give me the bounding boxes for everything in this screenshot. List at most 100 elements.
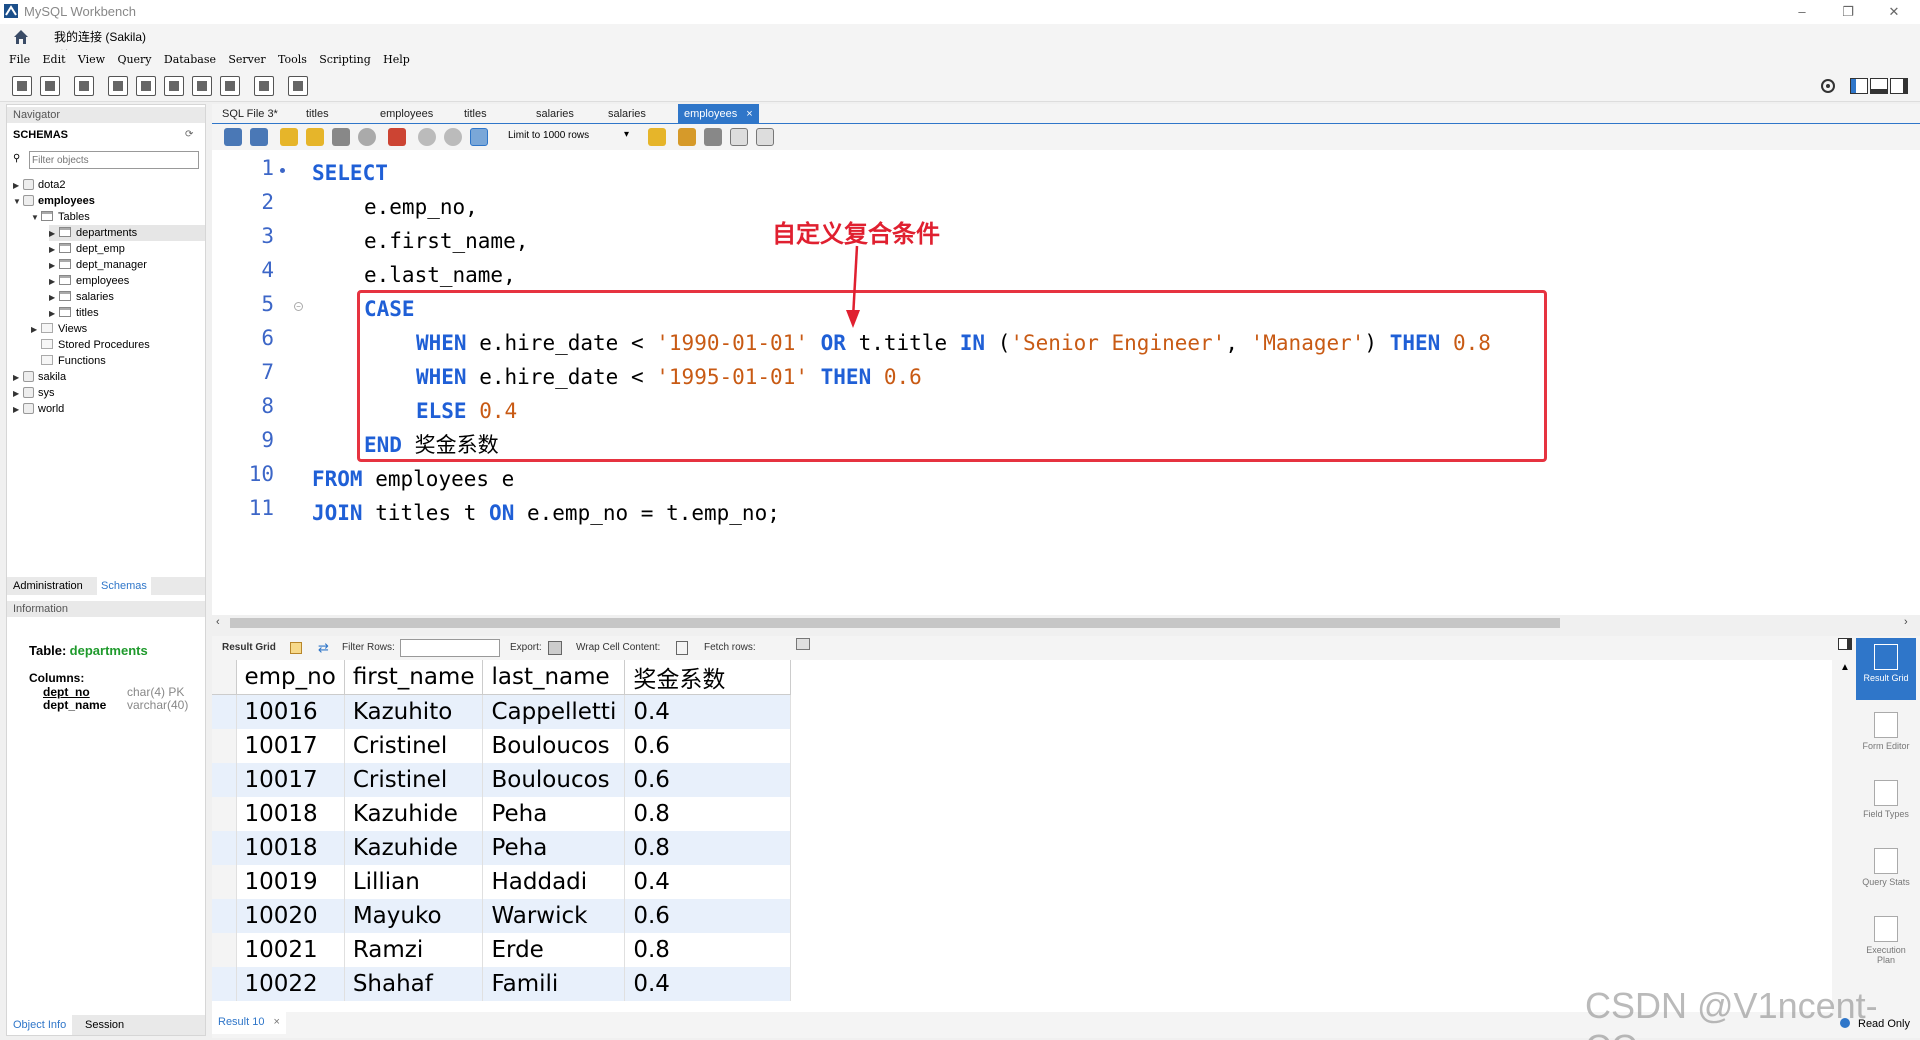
- row-gutter[interactable]: [212, 830, 237, 865]
- table-row[interactable]: 10017 Cristinel Bouloucos 0.6: [212, 762, 792, 797]
- table-cell[interactable]: Ramzi: [344, 932, 484, 967]
- row-gutter[interactable]: [212, 762, 237, 797]
- new-sql-tab-icon[interactable]: [12, 76, 32, 96]
- table-cell[interactable]: Famili: [482, 966, 626, 1001]
- row-gutter[interactable]: [212, 898, 237, 933]
- save-icon[interactable]: [250, 128, 268, 146]
- result-grid-view-button[interactable]: Result Grid: [1856, 638, 1916, 700]
- table-row[interactable]: 10017 Cristinel Bouloucos 0.6: [212, 728, 792, 763]
- execute-current-icon[interactable]: [306, 128, 324, 146]
- table-cell[interactable]: 0.8: [624, 830, 792, 865]
- find-icon[interactable]: [704, 128, 722, 146]
- table-cell[interactable]: Kazuhide: [344, 796, 484, 831]
- tab-schemas[interactable]: Schemas: [97, 577, 151, 595]
- execution-plan-button[interactable]: Execution Plan: [1856, 916, 1916, 965]
- tree-views-folder[interactable]: ▶ Views: [31, 321, 87, 337]
- table-cell[interactable]: 0.6: [624, 728, 792, 763]
- table-row[interactable]: 10020 Mayuko Warwick 0.6: [212, 898, 792, 933]
- row-gutter[interactable]: [212, 966, 237, 1001]
- table-row[interactable]: 10016 Kazuhito Cappelletti 0.4: [212, 694, 792, 729]
- search-table-data-icon[interactable]: [254, 76, 274, 96]
- refresh-results-icon[interactable]: ⇄: [318, 640, 329, 656]
- word-wrap-icon[interactable]: [756, 128, 774, 146]
- tab-titles-1[interactable]: titles: [300, 104, 335, 124]
- toggle-secondary-sidebar-icon[interactable]: [1890, 78, 1908, 94]
- explain-icon[interactable]: [332, 128, 350, 146]
- table-cell[interactable]: 10021: [236, 932, 345, 967]
- table-cell[interactable]: 10022: [236, 966, 345, 1001]
- table-cell[interactable]: 0.4: [624, 694, 792, 729]
- tree-table-dept-manager[interactable]: ▶ dept_manager: [49, 257, 147, 273]
- beautify-icon[interactable]: [678, 128, 696, 146]
- schema-sys[interactable]: ▶ sys: [13, 385, 55, 401]
- table-cell[interactable]: 10018: [236, 830, 345, 865]
- tab-employees-1[interactable]: employees: [374, 104, 439, 124]
- table-cell[interactable]: Haddadi: [482, 864, 626, 899]
- table-cell[interactable]: Cristinel: [344, 728, 484, 763]
- table-cell[interactable]: Peha: [482, 796, 626, 831]
- menu-help[interactable]: Help: [383, 50, 410, 70]
- wrap-content-icon[interactable]: [676, 641, 688, 655]
- row-gutter[interactable]: [212, 728, 237, 763]
- commit-icon[interactable]: [418, 128, 436, 146]
- menu-query[interactable]: Query: [117, 50, 151, 70]
- table-row[interactable]: 10019 Lillian Haddadi 0.4: [212, 864, 792, 899]
- table-cell[interactable]: Bouloucos: [482, 762, 626, 797]
- table-cell[interactable]: Cappelletti: [482, 694, 626, 729]
- tab-salaries-2[interactable]: salaries: [602, 104, 652, 124]
- tab-sql-file-3[interactable]: SQL File 3*: [216, 104, 284, 124]
- tree-table-titles[interactable]: ▶ titles: [49, 305, 99, 321]
- table-cell[interactable]: Mayuko: [344, 898, 484, 933]
- rollback-icon[interactable]: [444, 128, 462, 146]
- table-cell[interactable]: Peha: [482, 830, 626, 865]
- open-sql-script-icon[interactable]: [40, 76, 60, 96]
- menu-tools[interactable]: Tools: [278, 50, 307, 70]
- result-tab-close-icon[interactable]: ×: [274, 1016, 280, 1028]
- table-cell[interactable]: 10018: [236, 796, 345, 831]
- column-header-emp-no[interactable]: emp_no: [236, 660, 345, 695]
- table-cell[interactable]: Lillian: [344, 864, 484, 899]
- schema-dota2[interactable]: ▶ dota2: [13, 177, 66, 193]
- filter-objects-input[interactable]: [29, 151, 199, 169]
- tree-table-departments[interactable]: ▶ departments: [49, 225, 205, 241]
- table-row[interactable]: 10018 Kazuhide Peha 0.8: [212, 830, 792, 865]
- reconnect-icon[interactable]: [288, 76, 308, 96]
- query-stats-button[interactable]: Query Stats: [1856, 848, 1916, 887]
- menu-edit[interactable]: Edit: [43, 50, 66, 70]
- tab-salaries-1[interactable]: salaries: [530, 104, 580, 124]
- tree-table-salaries[interactable]: ▶ salaries: [49, 289, 114, 305]
- toggle-output-icon[interactable]: [1870, 78, 1888, 94]
- menu-view[interactable]: View: [78, 50, 105, 70]
- row-gutter[interactable]: [212, 932, 237, 967]
- scroll-right-icon[interactable]: ›: [1904, 616, 1908, 628]
- connection-tab[interactable]: 我的连接 (Sakila) ✕: [40, 24, 170, 59]
- create-function-icon[interactable]: [220, 76, 240, 96]
- table-cell[interactable]: Shahaf: [344, 966, 484, 1001]
- column-header-last-name[interactable]: last_name: [482, 660, 626, 695]
- create-table-icon[interactable]: [136, 76, 156, 96]
- tree-table-employees[interactable]: ▶ employees: [49, 273, 129, 289]
- row-gutter[interactable]: [212, 864, 237, 899]
- invisible-chars-icon[interactable]: [730, 128, 748, 146]
- table-row[interactable]: 10018 Kazuhide Peha 0.8: [212, 796, 792, 831]
- refresh-schemas-icon[interactable]: ⟳: [185, 129, 193, 140]
- tree-table-dept-emp[interactable]: ▶ dept_emp: [49, 241, 125, 257]
- export-icon[interactable]: [548, 641, 562, 655]
- tab-close-icon[interactable]: ×: [746, 108, 752, 120]
- row-gutter[interactable]: [212, 694, 237, 729]
- table-cell[interactable]: Kazuhito: [344, 694, 484, 729]
- restore-button[interactable]: ❐: [1828, 2, 1868, 22]
- form-editor-button[interactable]: Form Editor: [1856, 712, 1916, 751]
- result-grid-label[interactable]: Result Grid: [222, 642, 276, 653]
- menu-file[interactable]: File: [9, 50, 30, 70]
- table-cell[interactable]: 0.8: [624, 932, 792, 967]
- result-tab[interactable]: Result 10 ×: [212, 1012, 286, 1034]
- table-cell[interactable]: 10020: [236, 898, 345, 933]
- table-cell[interactable]: Bouloucos: [482, 728, 626, 763]
- table-cell[interactable]: 0.4: [624, 864, 792, 899]
- table-cell[interactable]: 0.4: [624, 966, 792, 1001]
- create-view-icon[interactable]: [164, 76, 184, 96]
- minimize-button[interactable]: –: [1782, 2, 1822, 22]
- menu-server[interactable]: Server: [228, 50, 265, 70]
- menu-database[interactable]: Database: [164, 50, 216, 70]
